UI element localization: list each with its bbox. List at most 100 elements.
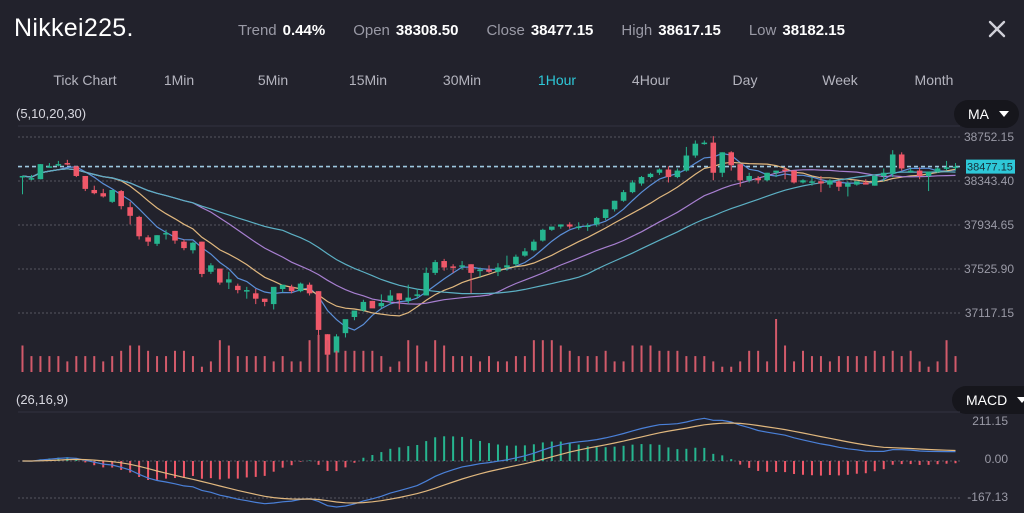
volume-bar	[353, 350, 356, 372]
candle-body	[217, 268, 223, 283]
candle-body	[692, 143, 699, 156]
candle-body	[288, 286, 295, 292]
macd-histogram-bar	[891, 461, 894, 465]
candle-body	[441, 261, 447, 268]
candle	[351, 310, 358, 321]
volume-bar	[802, 350, 804, 372]
macd-histogram-bar	[263, 461, 266, 476]
candle	[19, 175, 26, 195]
candle	[611, 200, 618, 212]
volume-bar	[182, 350, 185, 372]
candle-body	[647, 173, 654, 178]
candle-body	[791, 170, 797, 183]
candle-body	[575, 226, 582, 229]
volume-bar	[362, 350, 365, 372]
candle-body	[261, 298, 268, 302]
volume-bar	[434, 340, 437, 372]
candle-body	[91, 189, 98, 194]
candle	[235, 283, 241, 294]
volume-bar	[75, 356, 78, 372]
macd-histogram-bar	[784, 461, 787, 473]
candle	[154, 235, 160, 246]
candle-body	[764, 172, 770, 181]
volume-bar	[918, 361, 921, 372]
macd-histogram-bar	[290, 461, 293, 466]
macd-tick-label: 211.15	[972, 414, 1008, 428]
volume-bar	[335, 350, 338, 372]
candle-body	[728, 152, 735, 166]
candle	[557, 224, 564, 229]
candle-body	[342, 319, 349, 334]
candle	[199, 241, 205, 278]
volume-bar	[156, 356, 159, 372]
candle	[181, 239, 187, 251]
candle-body	[782, 169, 788, 172]
macd-histogram-bar	[712, 453, 715, 461]
volume-bar	[793, 361, 796, 372]
candle-body	[773, 170, 779, 173]
macd-histogram-bar	[550, 441, 553, 461]
macd-histogram-bar	[84, 461, 87, 463]
candle	[710, 136, 717, 181]
candle	[764, 172, 770, 182]
volume-bar	[326, 340, 329, 372]
volume-bar	[532, 340, 535, 372]
candle	[638, 175, 645, 186]
candle	[423, 267, 429, 296]
macd-histogram-bar	[514, 445, 517, 461]
candle	[243, 286, 250, 299]
candle-body	[19, 175, 26, 178]
candle	[701, 140, 708, 145]
candle	[584, 223, 591, 231]
candle-body	[898, 154, 905, 169]
macd-histogram-bar	[443, 436, 446, 461]
macd-histogram-bar	[631, 444, 634, 461]
candle-body	[549, 226, 555, 230]
candle-body	[818, 181, 824, 184]
candle-body	[127, 207, 133, 216]
macd-histogram-bar	[954, 461, 957, 464]
candle	[64, 159, 71, 166]
candle	[629, 180, 636, 194]
candle-body	[916, 170, 923, 176]
candle-body	[387, 295, 394, 301]
candle-body	[351, 310, 358, 317]
candle	[880, 168, 887, 182]
volume-bar	[667, 350, 670, 372]
volume-bar	[523, 356, 526, 372]
ma20-line	[22, 168, 956, 305]
macd-histogram-bar	[748, 461, 751, 468]
macd-histogram-bar	[676, 449, 679, 461]
candle	[656, 168, 663, 175]
candle-body	[593, 217, 600, 225]
candle-body	[611, 200, 618, 210]
volume-bar	[909, 350, 912, 372]
macd-histogram-bar	[353, 461, 356, 463]
volume-bar	[586, 356, 589, 372]
candle-body	[208, 265, 214, 272]
macd-histogram-bar	[775, 461, 778, 472]
volume-bar	[263, 356, 266, 372]
price-tick-label: 37117.15	[965, 306, 1014, 320]
price-tick-label: 37934.65	[964, 218, 1014, 232]
macd-histogram-bar	[846, 461, 849, 475]
macd-histogram-bar	[398, 447, 401, 461]
volume-bar	[200, 366, 203, 372]
chart-canvas[interactable]: 38752.15 38343.40 37934.65 37525.90 37117.15…	[0, 0, 1024, 513]
macd-panel	[22, 417, 957, 508]
macd-histogram-bar	[254, 461, 257, 477]
macd-histogram-bar	[577, 444, 580, 461]
candle-body	[333, 336, 340, 353]
candle	[100, 188, 107, 198]
macd-histogram-bar	[828, 461, 831, 476]
macd-histogram-bar	[362, 457, 365, 461]
volume-bar	[407, 340, 410, 372]
candle	[566, 222, 573, 229]
macd-histogram-bar	[488, 443, 490, 461]
volume-bars	[21, 319, 957, 372]
volume-bar	[371, 350, 374, 372]
volume-bar	[685, 356, 688, 372]
macd-histogram-bar	[918, 461, 921, 465]
candle	[943, 160, 950, 171]
macd-histogram-bar	[227, 461, 230, 479]
